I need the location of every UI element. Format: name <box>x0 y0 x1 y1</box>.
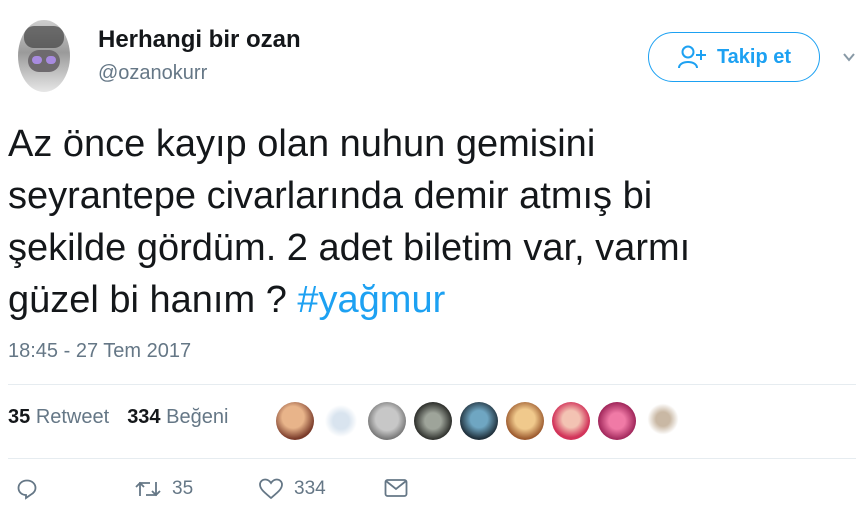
user-name[interactable]: Herhangi bir ozan <box>98 26 301 54</box>
avatar-eye-left <box>32 56 42 64</box>
divider <box>8 458 856 459</box>
retweet-count: 35 <box>172 478 194 499</box>
reply-icon <box>17 479 37 500</box>
avatar-hair <box>24 26 64 48</box>
tweet-text-line-2: seyrantepe civarlarında demir atmış bi <box>8 175 653 217</box>
liker-avatar[interactable] <box>368 402 406 440</box>
tweet-text-line-3: şekilde gördüm. 2 adet biletim var, varm… <box>8 227 691 269</box>
avatar[interactable] <box>18 20 70 92</box>
liker-avatar[interactable] <box>552 402 590 440</box>
hashtag-link[interactable]: #yağmur <box>297 279 445 321</box>
divider <box>8 384 856 385</box>
add-user-icon <box>677 45 706 69</box>
tweet-text: Az önce kayıp olan nuhun gemisini seyran… <box>8 118 848 326</box>
user-handle[interactable]: @ozanokurr <box>98 62 207 85</box>
envelope-icon <box>384 479 408 497</box>
like-stat-count: 334 <box>127 406 161 428</box>
like-count: 334 <box>294 478 326 499</box>
retweet-stat-label: Retweet <box>35 406 110 428</box>
liker-avatar[interactable] <box>322 402 360 440</box>
tweet-stats: 35 Retweet 334 Beğeni <box>8 406 228 429</box>
tweet-text-line-4-text: güzel bi hanım ? <box>8 279 298 321</box>
liker-avatar[interactable] <box>276 402 314 440</box>
retweet-stat-count: 35 <box>8 406 31 428</box>
liker-avatar[interactable] <box>644 402 682 440</box>
liker-avatar[interactable] <box>414 402 452 440</box>
retweet-stat[interactable]: 35 Retweet <box>8 406 109 429</box>
like-stat-label: Beğeni <box>166 406 229 428</box>
avatar-eye-right <box>46 56 56 64</box>
chevron-down-icon[interactable] <box>842 50 856 64</box>
retweet-button[interactable]: 35 <box>134 478 193 500</box>
liker-avatar[interactable] <box>598 402 636 440</box>
tweet-card: Herhangi bir ozan @ozanokurr Takip et Az… <box>0 0 856 511</box>
follow-button-label: Takip et <box>716 45 792 68</box>
direct-message-button[interactable] <box>384 478 408 498</box>
retweet-icon <box>135 481 161 497</box>
tweet-text-line-1: Az önce kayıp olan nuhun gemisini <box>8 123 596 165</box>
liker-avatar[interactable] <box>506 402 544 440</box>
heart-icon <box>259 478 283 500</box>
like-stat[interactable]: 334 Beğeni <box>127 406 228 429</box>
tweet-timestamp[interactable]: 18:45 - 27 Tem 2017 <box>8 340 191 363</box>
follow-button[interactable]: Takip et <box>648 32 820 82</box>
tweet-text-line-4: güzel bi hanım ? #yağmur <box>8 274 848 326</box>
reply-button[interactable] <box>16 478 38 500</box>
like-button[interactable]: 334 <box>258 478 326 500</box>
liker-avatar[interactable] <box>460 402 498 440</box>
